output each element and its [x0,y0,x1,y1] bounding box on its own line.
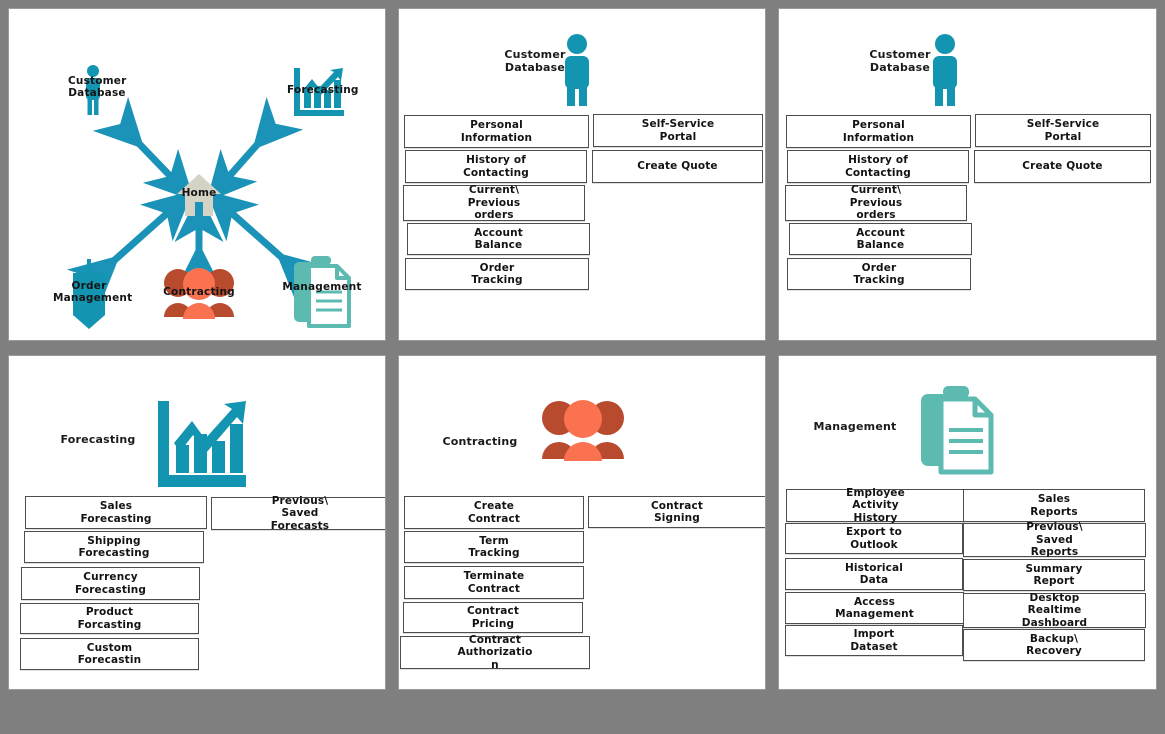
menu-item[interactable]: Summary Report [963,559,1145,591]
menu-column-left-contracting: Create Contract Term Tracking Terminate Con… [400,496,592,671]
map-node-home[interactable]: Home [175,172,223,218]
menu-item[interactable]: Contract Authorizatio n [400,634,590,671]
menu-item[interactable]: Self-Service Portal [593,114,763,147]
menu-item[interactable]: Sales Forecasting [25,496,207,529]
arrow-home-customer-database [92,96,195,202]
menu-item[interactable]: Contract Signing [588,496,765,528]
menu-item[interactable]: Order Tracking [787,258,971,290]
menu-item[interactable]: Shipping Forecasting [24,531,204,563]
map-node-label-home: Home [181,187,217,199]
menu-column-right-customer-database-a: Self-Service Portal Create Quote [592,114,763,183]
panel-header-contracting: Contracting [399,356,765,496]
panel-title-contracting: Contracting [442,435,518,448]
panel-title-forecasting: Forecasting [60,433,136,446]
person-icon [559,33,595,107]
map-node-label-order-management: Order Management [53,280,133,304]
menu-item[interactable]: Create Quote [974,150,1151,183]
menu-item[interactable]: Employee Activity History [786,487,965,524]
menu-item[interactable]: Currency Forecasting [21,567,200,600]
panel-header-customer-database-b: Customer Database [779,9,1156,119]
menu-item[interactable]: Term Tracking [404,531,584,563]
panel-header-customer-database-a: Customer Database [399,9,765,119]
menu-item[interactable]: Desktop Realtime Dashboard [963,592,1146,629]
menu-item[interactable]: Create Contract [404,496,584,529]
menu-item[interactable]: History of Contacting [405,150,587,183]
menu-item[interactable]: Order Tracking [405,258,589,290]
menu-item[interactable]: Sales Reports [963,489,1145,522]
map-node-label-forecasting: Forecasting [287,84,359,96]
menu-column-right-contracting: Contract Signing [588,496,765,528]
menu-item[interactable]: History of Contacting [787,150,969,183]
panel-title-management: Management [813,420,897,433]
menu-column-left-customer-database-a: Personal Information History of Contacting… [403,115,590,290]
menu-column-left-management: Employee Activity History Export to Outlook… [785,487,971,656]
map-node-order-management[interactable]: Order Management [53,259,132,331]
menu-item[interactable]: Self-Service Portal [975,114,1151,147]
menu-item[interactable]: Product Forcasting [20,603,199,634]
arrow-home-forecasting [206,97,304,202]
menu-item[interactable]: Previous\ Saved Forecasts [211,495,385,532]
wireframe-storyboard: Home Customer Database Forecasting Order… [0,0,1165,734]
menu-item[interactable]: Current\ Previous orders [403,184,585,221]
panel-navigation-map: Home Customer Database Forecasting Order… [8,8,386,341]
menu-item[interactable]: Previous\ Saved Reports [963,521,1146,558]
menu-item[interactable]: Contract Pricing [403,602,583,633]
menu-item[interactable]: Create Quote [592,150,763,183]
menu-column-right-management: Sales Reports Previous\ Saved Reports Summa… [963,489,1149,661]
map-node-label-customer-database: Customer Database [68,75,127,99]
menu-item[interactable]: Personal Information [786,115,971,148]
menu-item[interactable]: Current\ Previous orders [785,184,967,221]
navigation-map: Home Customer Database Forecasting Order… [9,9,385,340]
menu-item[interactable]: Access Management [785,592,964,624]
menu-item[interactable]: Backup\ Recovery [963,629,1145,661]
map-node-customer-database[interactable]: Customer Database [68,64,126,116]
panel-header-management: Management [779,356,1156,496]
map-node-contracting[interactable]: Contracting [161,267,237,319]
menu-item[interactable]: Account Balance [407,223,590,255]
panel-customer-database-a: Customer Database Personal Information His… [398,8,766,341]
menu-column-right-forecasting: Previous\ Saved Forecasts [211,495,385,532]
map-node-forecasting[interactable]: Forecasting [287,66,359,120]
menu-item[interactable]: Personal Information [404,115,589,148]
menu-item[interactable]: Custom Forecastin [20,638,199,670]
panel-forecasting: Forecasting Sales Forecasting Shipping For… [8,355,386,690]
menu-item[interactable]: Export to Outlook [785,523,963,554]
menu-item[interactable]: Historical Data [785,558,963,590]
arrow-home-management [206,190,329,304]
bar-chart-arrow-icon [154,399,248,491]
map-node-management[interactable]: Management [282,254,361,330]
menu-column-left-forecasting: Sales Forecasting Shipping Forecasting Cur… [20,496,213,670]
person-icon [927,33,963,107]
menu-column-left-customer-database-b: Personal Information History of Contacting… [785,115,972,290]
panel-header-forecasting: Forecasting [9,356,385,496]
panel-title-customer-database-b: Customer Database [869,48,931,74]
clipboard-document-icon [917,384,997,476]
people-group-icon [539,399,627,461]
menu-column-right-customer-database-b: Self-Service Portal Create Quote [974,114,1151,183]
menu-item[interactable]: Terminate Contract [404,566,584,599]
panel-management: Management Employee Activity History Exp… [778,355,1157,690]
panel-customer-database-b: Customer Database Personal Information His… [778,8,1157,341]
menu-item[interactable]: Account Balance [789,223,972,255]
map-node-label-contracting: Contracting [163,286,235,298]
menu-item[interactable]: Import Dataset [785,625,963,656]
map-node-label-management: Management [282,281,362,293]
panel-contracting: Contracting Create Contract Term Tracking … [398,355,766,690]
